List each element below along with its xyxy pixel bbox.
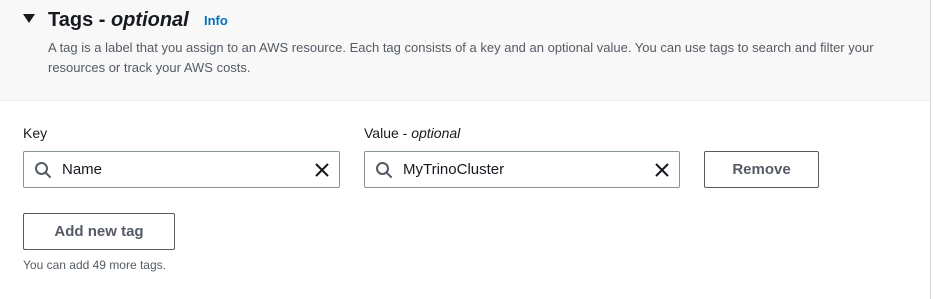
value-input[interactable]: MyTrinoCluster <box>364 151 680 188</box>
value-label-text: Value - <box>364 125 412 141</box>
close-icon[interactable] <box>654 162 670 178</box>
search-icon <box>35 162 51 178</box>
section-title-optional: optional <box>110 9 189 31</box>
remaining-tags-hint: You can add 49 more tags. <box>23 258 166 272</box>
key-label: Key <box>23 125 48 141</box>
tags-panel: Tags - optional Info A tag is a label th… <box>0 0 931 299</box>
tags-header: Tags - optional Info A tag is a label th… <box>0 0 930 101</box>
add-new-tag-button[interactable]: Add new tag <box>23 213 175 250</box>
search-icon <box>376 162 392 178</box>
section-title[interactable]: Tags - optional <box>48 6 189 34</box>
remove-button[interactable]: Remove <box>704 151 819 188</box>
value-label: Value - optional <box>364 123 460 143</box>
close-icon[interactable] <box>314 162 330 178</box>
value-input-value: MyTrinoCluster <box>403 161 505 178</box>
section-title-text: Tags - <box>48 9 111 31</box>
key-input-value: Name <box>62 161 103 178</box>
info-link[interactable]: Info <box>204 12 228 30</box>
caret-down-icon[interactable] <box>23 14 35 23</box>
section-description: A tag is a label that you assign to an A… <box>48 40 874 75</box>
key-input[interactable]: Name <box>23 151 340 188</box>
value-label-optional: optional <box>411 125 461 141</box>
